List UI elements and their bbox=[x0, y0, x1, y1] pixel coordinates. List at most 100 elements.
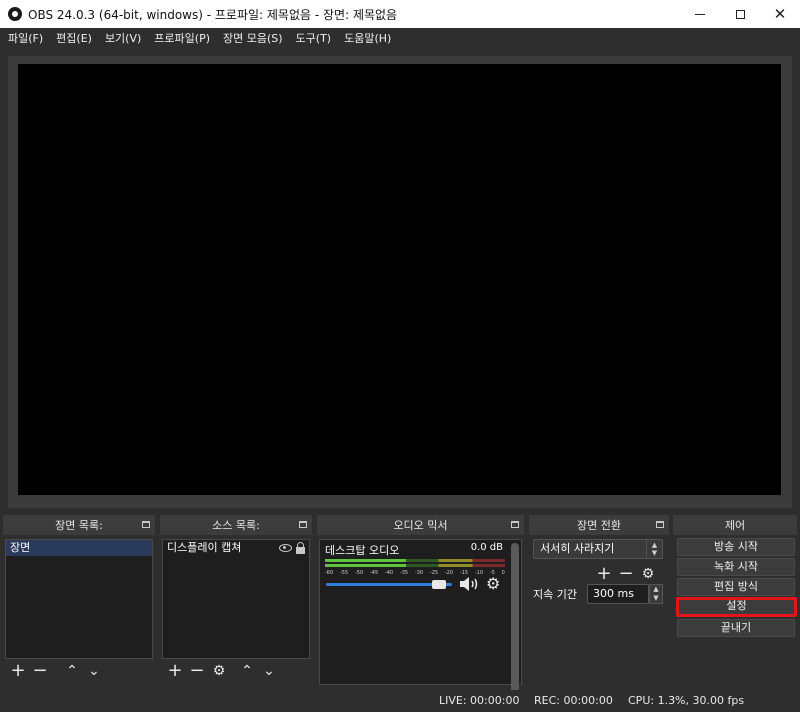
audio-channel-name: 데스크탑 오디오 bbox=[325, 544, 400, 557]
controls-dock: 제어 방송 시작 녹화 시작 편집 방식 설정 끝내기 bbox=[673, 515, 797, 687]
cpu-status: CPU: 1.3%, 30.00 fps bbox=[628, 694, 745, 707]
undock-icon[interactable] bbox=[299, 521, 307, 528]
status-bar: LIVE: 00:00:00 REC: 00:00:00 CPU: 1.3%, … bbox=[0, 690, 800, 712]
transitions-dock-header: 장면 전환 bbox=[529, 515, 669, 535]
obs-logo-icon bbox=[8, 7, 22, 21]
live-status: LIVE: 00:00:00 bbox=[439, 694, 520, 707]
audio-settings-gear-icon[interactable]: ⚙ bbox=[486, 574, 500, 593]
transitions-dock-title: 장면 전환 bbox=[577, 519, 621, 532]
add-source-icon[interactable]: + bbox=[164, 660, 186, 682]
remove-scene-icon[interactable]: − bbox=[29, 660, 51, 682]
scene-transitions-dock: 장면 전환 서서히 사라지기 ▲ ▼ + − ⚙ 지속 기간 300 ms ▲ ▼ bbox=[529, 515, 669, 687]
menu-file[interactable]: 파일(F) bbox=[8, 30, 43, 46]
volume-slider-handle[interactable] bbox=[432, 580, 447, 589]
menu-tools[interactable]: 도구(T) bbox=[296, 30, 332, 46]
volume-meter-right bbox=[325, 564, 505, 567]
menu-edit[interactable]: 편집(E) bbox=[56, 30, 92, 46]
remove-transition-icon[interactable]: − bbox=[615, 563, 637, 585]
mixer-dock-title: 오디오 믹서 bbox=[393, 519, 448, 532]
audio-mixer-dock: 오디오 믹서 데스크탑 오디오 0.0 dB -60 -55 -50 -45 -… bbox=[317, 515, 524, 693]
meter-tick: -60 bbox=[325, 570, 334, 576]
source-list[interactable]: 디스플레이 캡쳐 bbox=[162, 539, 310, 659]
source-item-controls bbox=[279, 540, 305, 556]
menu-profile[interactable]: 프로파일(P) bbox=[154, 30, 210, 46]
sources-toolbar: + − ⚙ ⌃ ⌄ bbox=[164, 659, 280, 683]
transition-toolbar: + − ⚙ bbox=[593, 563, 659, 585]
preview-canvas[interactable] bbox=[18, 64, 781, 495]
menu-scene-collection[interactable]: 장면 모음(S) bbox=[223, 30, 283, 46]
scenes-dock-header: 장면 목록: bbox=[3, 515, 155, 535]
audio-channel-db: 0.0 dB bbox=[470, 542, 503, 553]
sources-dock: 소스 목록: 디스플레이 캡쳐 + − ⚙ ⌃ ⌄ bbox=[160, 515, 312, 687]
mixer-dock-header: 오디오 믹서 bbox=[317, 515, 524, 535]
duration-spinner[interactable]: ▲ ▼ bbox=[649, 584, 663, 604]
move-scene-down-icon[interactable]: ⌄ bbox=[83, 660, 105, 682]
controls-dock-body: 방송 시작 녹화 시작 편집 방식 설정 끝내기 bbox=[673, 537, 797, 687]
move-source-up-icon[interactable]: ⌃ bbox=[236, 660, 258, 682]
close-button[interactable]: ✕ bbox=[760, 0, 800, 28]
rec-status: REC: 00:00:00 bbox=[534, 694, 613, 707]
meter-tick: -45 bbox=[369, 570, 379, 576]
remove-source-icon[interactable]: − bbox=[186, 660, 208, 682]
add-scene-icon[interactable]: + bbox=[7, 660, 29, 682]
meter-tick: -25 bbox=[429, 570, 439, 576]
sources-dock-header: 소스 목록: bbox=[160, 515, 312, 535]
scene-item[interactable]: 장면 bbox=[6, 540, 152, 556]
transition-select[interactable]: 서서히 사라지기 ▲ ▼ bbox=[533, 539, 663, 559]
preview-area bbox=[8, 56, 792, 508]
meter-tick: 0 bbox=[501, 570, 505, 576]
visibility-eye-icon[interactable] bbox=[279, 544, 292, 552]
source-item[interactable]: 디스플레이 캡쳐 bbox=[163, 540, 309, 556]
settings-button[interactable]: 설정 bbox=[676, 597, 797, 617]
source-properties-gear-icon[interactable]: ⚙ bbox=[208, 660, 230, 682]
meter-tick: -35 bbox=[399, 570, 409, 576]
sources-dock-body: 디스플레이 캡쳐 + − ⚙ ⌃ ⌄ bbox=[160, 537, 312, 687]
scene-list[interactable]: 장면 bbox=[5, 539, 153, 659]
volume-meter-left bbox=[325, 559, 505, 562]
undock-icon[interactable] bbox=[142, 521, 150, 528]
minimize-button[interactable] bbox=[680, 0, 720, 28]
maximize-button[interactable] bbox=[720, 0, 760, 28]
undock-icon[interactable] bbox=[511, 521, 519, 528]
maximize-icon bbox=[735, 9, 745, 19]
meter-tick: -50 bbox=[354, 570, 364, 576]
start-recording-button[interactable]: 녹화 시작 bbox=[677, 558, 795, 576]
start-streaming-button[interactable]: 방송 시작 bbox=[677, 538, 795, 556]
duration-input[interactable]: 300 ms bbox=[587, 584, 649, 604]
meter-tick: -55 bbox=[339, 570, 349, 576]
controls-dock-title: 제어 bbox=[724, 519, 746, 532]
menu-bar: 파일(F) 편집(E) 보기(V) 프로파일(P) 장면 모음(S) 도구(T)… bbox=[0, 28, 800, 48]
transition-select-value: 서서히 사라지기 bbox=[540, 542, 615, 555]
mixer-scrollbar-thumb[interactable] bbox=[511, 543, 519, 693]
transitions-dock-body: 서서히 사라지기 ▲ ▼ + − ⚙ 지속 기간 300 ms ▲ ▼ bbox=[529, 537, 669, 687]
scenes-dock-body: 장면 + − ⌃ ⌄ bbox=[3, 537, 155, 687]
meter-tick: -20 bbox=[444, 570, 454, 576]
transition-properties-gear-icon[interactable]: ⚙ bbox=[637, 563, 659, 585]
meter-tick: -30 bbox=[414, 570, 424, 576]
meter-tick: -40 bbox=[384, 570, 394, 576]
menu-help[interactable]: 도움말(H) bbox=[344, 30, 391, 46]
lock-icon[interactable] bbox=[296, 541, 305, 554]
speaker-icon[interactable] bbox=[458, 576, 480, 592]
title-bar: OBS 24.0.3 (64-bit, windows) - 프로파일: 제목없… bbox=[0, 0, 800, 28]
mixer-panel: 데스크탑 오디오 0.0 dB -60 -55 -50 -45 -40 -35 … bbox=[319, 539, 522, 693]
scenes-toolbar: + − ⌃ ⌄ bbox=[7, 659, 105, 683]
menu-view[interactable]: 보기(V) bbox=[105, 30, 141, 46]
source-item-label: 디스플레이 캡쳐 bbox=[167, 541, 242, 554]
scenes-dock: 장면 목록: 장면 + − ⌃ ⌄ bbox=[3, 515, 155, 687]
undock-icon[interactable] bbox=[656, 521, 664, 528]
duration-label: 지속 기간 bbox=[533, 588, 577, 601]
studio-mode-button[interactable]: 편집 방식 bbox=[677, 578, 795, 596]
window-title: OBS 24.0.3 (64-bit, windows) - 프로파일: 제목없… bbox=[28, 7, 398, 22]
add-transition-icon[interactable]: + bbox=[593, 563, 615, 585]
scenes-dock-title: 장면 목록: bbox=[55, 519, 103, 532]
minimize-icon bbox=[695, 13, 705, 15]
controls-dock-header: 제어 bbox=[673, 515, 797, 535]
exit-button[interactable]: 끝내기 bbox=[677, 619, 795, 637]
select-arrows-icon: ▲ ▼ bbox=[646, 540, 662, 558]
mixer-dock-body: 데스크탑 오디오 0.0 dB -60 -55 -50 -45 -40 -35 … bbox=[317, 537, 524, 693]
move-scene-up-icon[interactable]: ⌃ bbox=[61, 660, 83, 682]
move-source-down-icon[interactable]: ⌄ bbox=[258, 660, 280, 682]
sources-dock-title: 소스 목록: bbox=[212, 519, 260, 532]
mixer-scrollbar[interactable] bbox=[511, 543, 519, 693]
